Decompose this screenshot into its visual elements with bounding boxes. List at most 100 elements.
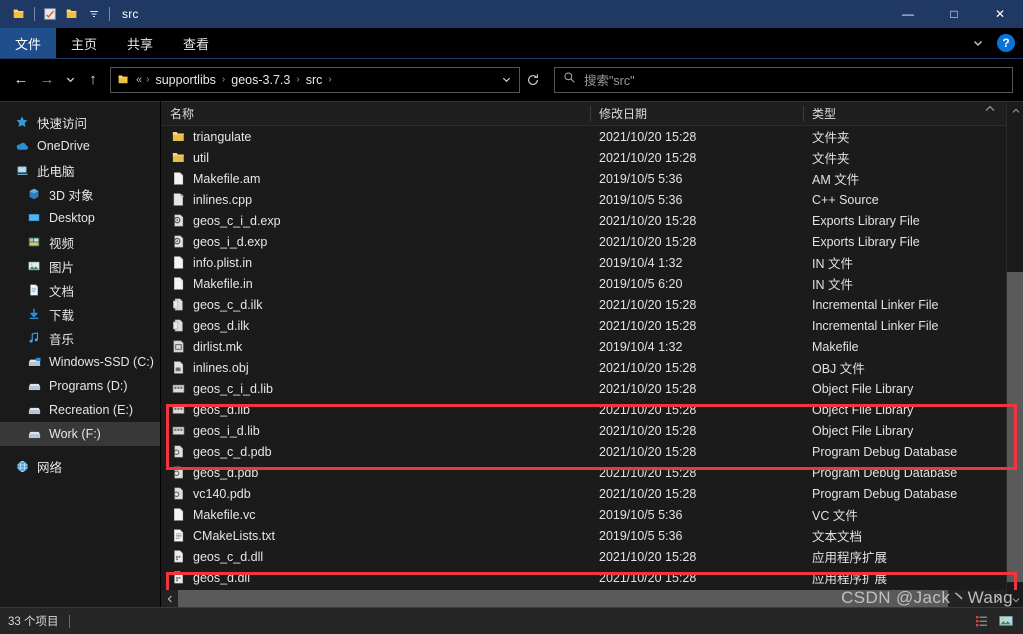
file-name-cell[interactable]: Makefile.in bbox=[161, 276, 590, 292]
file-name-cell[interactable]: geos_c_d.dll bbox=[161, 549, 590, 565]
sidebar-item-videos[interactable]: 视频 bbox=[0, 230, 160, 254]
file-name-cell[interactable]: geos_i_d.lib bbox=[161, 423, 590, 439]
table-row[interactable]: geos_c_d.dll 2021/10/20 15:28 应用程序扩展 bbox=[161, 546, 1023, 567]
table-row[interactable]: dirlist.mk 2019/10/4 1:32 Makefile bbox=[161, 336, 1023, 357]
file-name-cell[interactable]: triangulate bbox=[161, 129, 590, 145]
sidebar-item-onedrive[interactable]: OneDrive bbox=[0, 134, 160, 158]
table-row[interactable]: inlines.obj 2021/10/20 15:28 OBJ 文件 bbox=[161, 357, 1023, 378]
tab-file[interactable]: 文件 bbox=[0, 28, 56, 58]
tab-view[interactable]: 查看 bbox=[168, 28, 224, 58]
breadcrumb-sep-3[interactable]: › bbox=[327, 74, 332, 85]
tab-home[interactable]: 主页 bbox=[56, 28, 112, 58]
customize-dropdown-icon[interactable] bbox=[83, 3, 105, 25]
address-dropdown-icon[interactable] bbox=[495, 74, 517, 85]
sidebar-item-quick-access[interactable]: 快速访问 bbox=[0, 110, 160, 134]
table-row[interactable]: util 2021/10/20 15:28 文件夹 bbox=[161, 147, 1023, 168]
sidebar-item-3d-objects[interactable]: 3D 对象 bbox=[0, 182, 160, 206]
sidebar-item-pictures[interactable]: 图片 bbox=[0, 254, 160, 278]
large-icons-view-icon[interactable] bbox=[995, 611, 1017, 632]
file-name-cell[interactable]: geos_d.dll bbox=[161, 570, 590, 586]
table-row[interactable]: Makefile.vc 2019/10/5 5:36 VC 文件 bbox=[161, 504, 1023, 525]
breadcrumb-overflow[interactable]: « bbox=[133, 74, 145, 86]
file-name-cell[interactable]: geos_i_d.exp bbox=[161, 234, 590, 250]
new-folder-icon[interactable] bbox=[61, 3, 83, 25]
properties-icon[interactable] bbox=[39, 3, 61, 25]
file-name-cell[interactable]: util bbox=[161, 150, 590, 166]
maximize-button[interactable]: □ bbox=[931, 0, 977, 28]
address-bar[interactable]: « › supportlibs › geos-3.7.3 › src › bbox=[110, 66, 520, 93]
help-icon[interactable]: ? bbox=[997, 34, 1015, 52]
sidebar-item-documents[interactable]: 文档 bbox=[0, 278, 160, 302]
file-name-cell[interactable]: geos_c_i_d.exp bbox=[161, 213, 590, 229]
table-row[interactable]: Makefile.in 2019/10/5 6:20 IN 文件 bbox=[161, 273, 1023, 294]
file-name-cell[interactable]: Makefile.am bbox=[161, 171, 590, 187]
file-name-cell[interactable]: inlines.cpp bbox=[161, 192, 590, 208]
sidebar-item-recreation-e[interactable]: Recreation (E:) bbox=[0, 398, 160, 422]
table-row[interactable]: info.plist.in 2019/10/4 1:32 IN 文件 bbox=[161, 252, 1023, 273]
scroll-left-icon[interactable] bbox=[161, 590, 178, 607]
file-name-cell[interactable]: geos_c_d.pdb bbox=[161, 444, 590, 460]
sidebar-item-programs-d[interactable]: Programs (D:) bbox=[0, 374, 160, 398]
horizontal-scrollbar[interactable] bbox=[161, 590, 1006, 607]
back-button[interactable]: ← bbox=[8, 67, 34, 93]
sidebar-item-network[interactable]: 网络 bbox=[0, 454, 160, 478]
close-button[interactable]: ✕ bbox=[977, 0, 1023, 28]
chevron-down-icon[interactable] bbox=[967, 32, 989, 54]
breadcrumb-item-supportlibs[interactable]: supportlibs bbox=[150, 73, 220, 87]
table-row[interactable]: geos_c_i_d.exp 2021/10/20 15:28 Exports … bbox=[161, 210, 1023, 231]
file-name-cell[interactable]: info.plist.in bbox=[161, 255, 590, 271]
sidebar-item-work-f[interactable]: Work (F:) bbox=[0, 422, 160, 446]
file-name-cell[interactable]: inlines.obj bbox=[161, 360, 590, 376]
file-name-cell[interactable]: Makefile.vc bbox=[161, 507, 590, 523]
file-name-cell[interactable]: geos_c_i_d.lib bbox=[161, 381, 590, 397]
table-row[interactable]: geos_i_d.lib 2021/10/20 15:28 Object Fil… bbox=[161, 420, 1023, 441]
breadcrumb-item-src[interactable]: src bbox=[301, 73, 328, 87]
file-name-cell[interactable]: geos_d.lib bbox=[161, 402, 590, 418]
search-input[interactable]: 搜索"src" bbox=[584, 70, 635, 89]
minimize-button[interactable]: — bbox=[885, 0, 931, 28]
file-name-cell[interactable]: CMakeLists.txt bbox=[161, 528, 590, 544]
table-row[interactable]: geos_d.lib 2021/10/20 15:28 Object File … bbox=[161, 399, 1023, 420]
table-row[interactable]: Makefile.am 2019/10/5 5:36 AM 文件 bbox=[161, 168, 1023, 189]
refresh-icon[interactable] bbox=[520, 67, 546, 93]
details-view-icon[interactable] bbox=[971, 611, 993, 632]
column-header-type[interactable]: 类型 bbox=[803, 102, 998, 126]
scroll-right-icon[interactable] bbox=[989, 590, 1006, 607]
breadcrumb-item-geos[interactable]: geos-3.7.3 bbox=[226, 73, 295, 87]
file-name-cell[interactable]: geos_c_d.ilk bbox=[161, 297, 590, 313]
column-header-name[interactable]: 名称 bbox=[161, 102, 590, 126]
table-row[interactable]: geos_c_i_d.lib 2021/10/20 15:28 Object F… bbox=[161, 378, 1023, 399]
navigation-sidebar[interactable]: 快速访问 OneDrive 此电脑 3D 对象 Desktop 视频 图片 文档… bbox=[0, 101, 160, 607]
table-row[interactable]: inlines.cpp 2019/10/5 5:36 C++ Source bbox=[161, 189, 1023, 210]
table-row[interactable]: triangulate 2021/10/20 15:28 文件夹 bbox=[161, 126, 1023, 147]
sidebar-item-windows-ssd[interactable]: Windows-SSD (C:) bbox=[0, 350, 160, 374]
file-name-cell[interactable]: vc140.pdb bbox=[161, 486, 590, 502]
sidebar-item-this-pc[interactable]: 此电脑 bbox=[0, 158, 160, 182]
table-row[interactable]: geos_d.ilk 2021/10/20 15:28 Incremental … bbox=[161, 315, 1023, 336]
vertical-scroll-thumb[interactable] bbox=[1007, 272, 1023, 582]
file-name-cell[interactable]: dirlist.mk bbox=[161, 339, 590, 355]
table-row[interactable]: CMakeLists.txt 2019/10/5 5:36 文本文档 bbox=[161, 525, 1023, 546]
sidebar-item-desktop[interactable]: Desktop bbox=[0, 206, 160, 230]
scroll-down-icon[interactable] bbox=[1007, 591, 1023, 608]
table-row[interactable]: geos_i_d.exp 2021/10/20 15:28 Exports Li… bbox=[161, 231, 1023, 252]
sidebar-item-downloads[interactable]: 下载 bbox=[0, 302, 160, 326]
tab-share[interactable]: 共享 bbox=[112, 28, 168, 58]
folder-icon[interactable] bbox=[8, 3, 30, 25]
column-header-date[interactable]: 修改日期 bbox=[590, 102, 803, 126]
up-button[interactable]: ↑ bbox=[80, 67, 106, 93]
search-box[interactable]: 搜索"src" bbox=[554, 66, 1013, 93]
table-row[interactable]: geos_c_d.pdb 2021/10/20 15:28 Program De… bbox=[161, 441, 1023, 462]
file-rows-container[interactable]: triangulate 2021/10/20 15:28 文件夹 util 20… bbox=[161, 126, 1023, 590]
file-name-cell[interactable]: geos_d.ilk bbox=[161, 318, 590, 334]
recent-locations-icon[interactable] bbox=[60, 67, 80, 93]
horizontal-scroll-thumb[interactable] bbox=[178, 590, 948, 607]
table-row[interactable]: geos_c_d.ilk 2021/10/20 15:28 Incrementa… bbox=[161, 294, 1023, 315]
vertical-scrollbar[interactable] bbox=[1006, 102, 1023, 608]
file-name-cell[interactable]: geos_d.pdb bbox=[161, 465, 590, 481]
table-row[interactable]: geos_d.dll 2021/10/20 15:28 应用程序扩展 bbox=[161, 567, 1023, 588]
table-row[interactable]: geos_d.pdb 2021/10/20 15:28 Program Debu… bbox=[161, 462, 1023, 483]
table-row[interactable]: vc140.pdb 2021/10/20 15:28 Program Debug… bbox=[161, 483, 1023, 504]
sidebar-item-music[interactable]: 音乐 bbox=[0, 326, 160, 350]
scroll-up-icon[interactable] bbox=[1007, 102, 1023, 119]
